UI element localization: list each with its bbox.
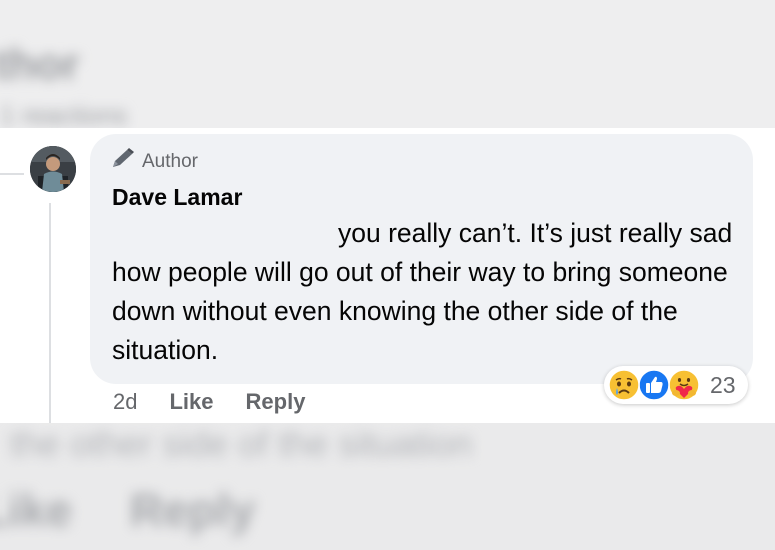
comment-actions: 2d Like Reply xyxy=(113,389,337,415)
author-badge-label: Author xyxy=(142,151,198,172)
sad-face-icon xyxy=(608,369,640,401)
blurred-background-top: thor 1 reactions xyxy=(0,0,775,128)
author-badge: Author xyxy=(110,148,198,176)
thread-connector-line xyxy=(49,203,51,423)
blurred-text: the other side of the situation xyxy=(10,423,473,464)
blurred-text: thor xyxy=(0,40,80,89)
comment-card: Author Dave Lamar you really can’t. It’s… xyxy=(0,128,775,423)
reaction-count: 23 xyxy=(710,372,736,398)
reactions-summary[interactable]: 23 xyxy=(604,366,748,404)
avatar[interactable] xyxy=(30,146,76,192)
comment-text: you really can’t. It’s just really sad h… xyxy=(112,218,733,365)
thread-connector-line xyxy=(0,173,24,175)
reply-button[interactable]: Reply xyxy=(246,389,306,415)
like-button[interactable]: Like xyxy=(169,389,213,415)
blurred-text: Reply xyxy=(130,484,256,536)
blurred-text: 1 reactions xyxy=(0,100,128,128)
care-heart-hug-icon xyxy=(668,369,700,401)
commenter-name[interactable]: Dave Lamar xyxy=(112,184,242,211)
thumbs-up-icon xyxy=(638,369,670,401)
blurred-background-bottom: the other side of the situation Like Rep… xyxy=(0,423,775,550)
blurred-text: Like xyxy=(0,484,73,536)
timestamp[interactable]: 2d xyxy=(113,389,137,415)
pencil-icon xyxy=(110,148,136,176)
